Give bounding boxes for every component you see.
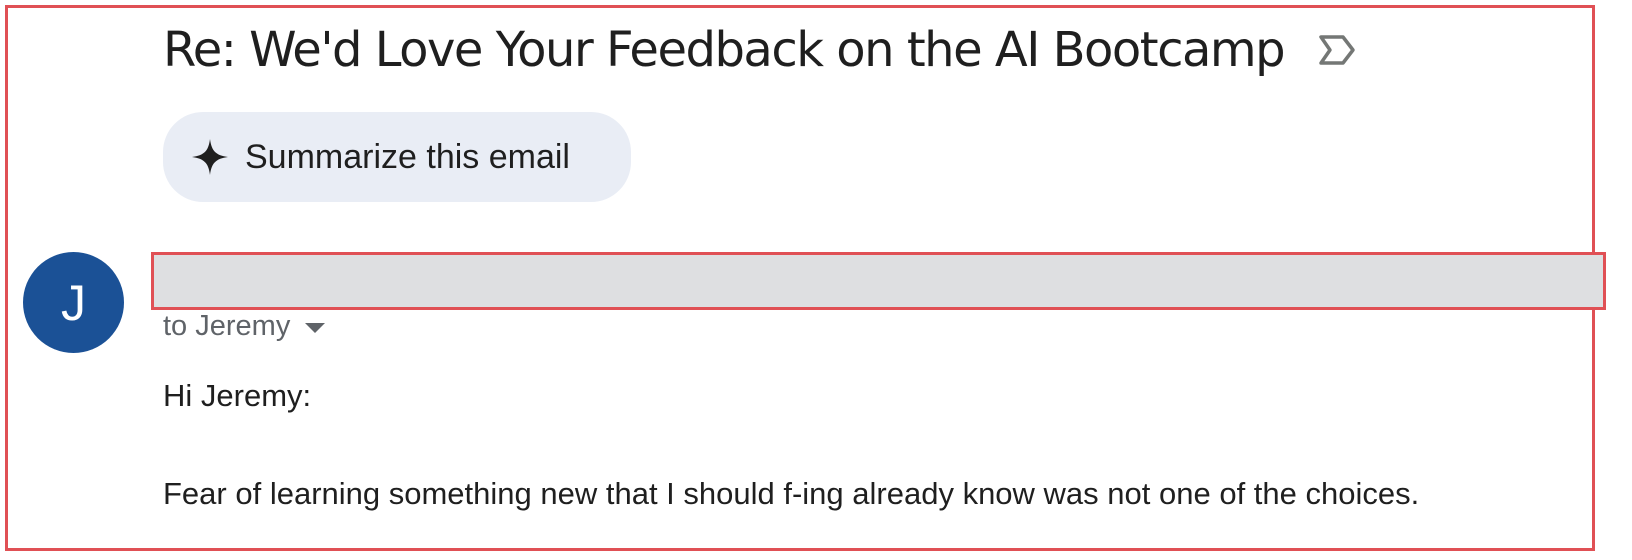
sender-name-redacted xyxy=(151,252,1606,310)
sparkle-icon xyxy=(191,138,229,176)
email-greeting: Hi Jeremy: xyxy=(163,378,312,413)
subject-row: Re: We'd Love Your Feedback on the AI Bo… xyxy=(163,22,1358,78)
caret-down-icon xyxy=(304,321,326,333)
recipient-line: to Jeremy xyxy=(163,310,291,342)
email-subject: Re: We'd Love Your Feedback on the AI Bo… xyxy=(163,22,1286,78)
label-important-outline-icon[interactable] xyxy=(1316,33,1358,67)
email-body-paragraph: Fear of learning something new that I sh… xyxy=(163,476,1420,511)
recipient-details-toggle[interactable]: to Jeremy xyxy=(163,310,326,343)
summarize-button-label: Summarize this email xyxy=(245,137,570,176)
avatar-initial: J xyxy=(61,274,86,331)
sender-avatar[interactable]: J xyxy=(23,252,124,353)
summarize-email-button[interactable]: Summarize this email xyxy=(163,112,631,202)
